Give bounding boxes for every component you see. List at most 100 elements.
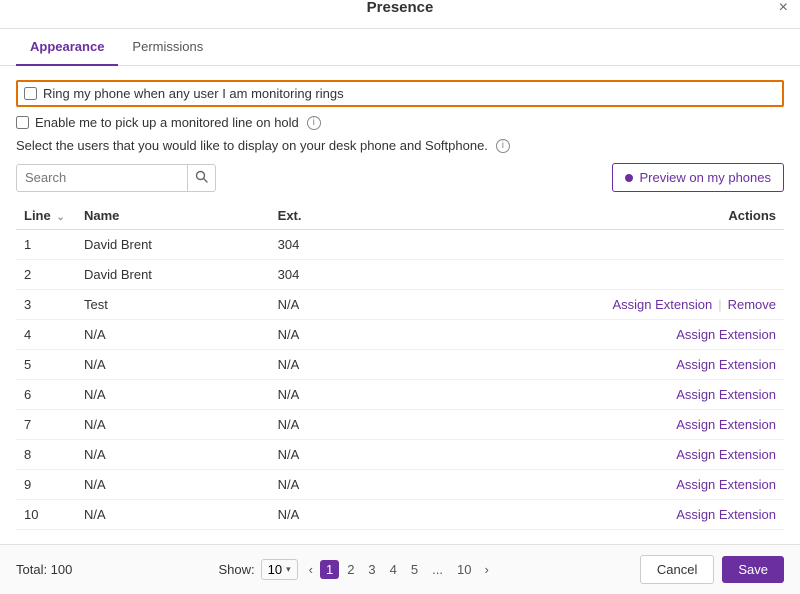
cell-name: N/A xyxy=(76,380,270,410)
footer-center: Show: 10 ▾ ‹ 1 2 3 4 5 ... 10 › xyxy=(218,559,493,580)
page-ellipsis: ... xyxy=(426,560,449,579)
table-row: 1David Brent304 xyxy=(16,230,784,260)
cell-actions: Assign Extension xyxy=(370,500,784,530)
page-size-select[interactable]: 10 ▾ xyxy=(261,559,298,580)
assign-extension-link[interactable]: Assign Extension xyxy=(676,387,776,402)
table-row: 6N/AN/AAssign Extension xyxy=(16,380,784,410)
col-header-line: Line ⌄ xyxy=(16,202,76,230)
page-1[interactable]: 1 xyxy=(320,560,339,579)
cell-line: 7 xyxy=(16,410,76,440)
pagination: ‹ 1 2 3 4 5 ... 10 › xyxy=(304,560,494,579)
total-label: Total: 100 xyxy=(16,562,72,577)
modal-title: Presence xyxy=(367,0,434,16)
cell-ext: N/A xyxy=(270,320,370,350)
modal-body: Ring my phone when any user I am monitor… xyxy=(0,66,800,544)
cell-line: 9 xyxy=(16,470,76,500)
assign-extension-link[interactable]: Assign Extension xyxy=(676,417,776,432)
toolbar: Preview on my phones xyxy=(16,163,784,192)
cell-actions: Assign Extension | Remove xyxy=(370,290,784,320)
cell-ext: 304 xyxy=(270,230,370,260)
cancel-button[interactable]: Cancel xyxy=(640,555,714,584)
tabs-bar: Appearance Permissions xyxy=(0,29,800,66)
cell-actions: Assign Extension xyxy=(370,410,784,440)
table-row: 8N/AN/AAssign Extension xyxy=(16,440,784,470)
show-label: Show: xyxy=(218,562,254,577)
page-2[interactable]: 2 xyxy=(341,560,360,579)
assign-extension-link[interactable]: Assign Extension xyxy=(676,327,776,342)
cell-name: N/A xyxy=(76,320,270,350)
cell-name: N/A xyxy=(76,350,270,380)
col-header-actions: Actions xyxy=(370,202,784,230)
presence-table: Line ⌄ Name Ext. Actions 1David Brent304… xyxy=(16,202,784,530)
assign-extension-link[interactable]: Assign Extension xyxy=(676,507,776,522)
cell-ext: N/A xyxy=(270,290,370,320)
footer-right: Cancel Save xyxy=(640,555,784,584)
close-button[interactable]: × xyxy=(779,0,788,17)
pickup-option-label: Enable me to pick up a monitored line on… xyxy=(35,115,299,130)
cell-actions: Assign Extension xyxy=(370,350,784,380)
tab-permissions[interactable]: Permissions xyxy=(118,29,217,66)
search-icon xyxy=(195,170,208,183)
cell-actions xyxy=(370,260,784,290)
pickup-option-row: Enable me to pick up a monitored line on… xyxy=(16,115,784,130)
preview-button[interactable]: Preview on my phones xyxy=(612,163,784,192)
cell-name: N/A xyxy=(76,410,270,440)
pickup-checkbox[interactable] xyxy=(16,116,29,129)
tab-appearance[interactable]: Appearance xyxy=(16,29,118,66)
table-row: 7N/AN/AAssign Extension xyxy=(16,410,784,440)
assign-extension-link[interactable]: Assign Extension xyxy=(676,447,776,462)
table-row: 2David Brent304 xyxy=(16,260,784,290)
cell-name: David Brent xyxy=(76,260,270,290)
next-page-button[interactable]: › xyxy=(479,560,493,579)
assign-extension-link[interactable]: Assign Extension xyxy=(676,357,776,372)
search-button[interactable] xyxy=(187,165,215,191)
select-label: Select the users that you would like to … xyxy=(16,138,784,153)
cell-ext: N/A xyxy=(270,380,370,410)
modal-footer: Total: 100 Show: 10 ▾ ‹ 1 2 3 4 5 ... 10… xyxy=(0,544,800,594)
assign-extension-link[interactable]: Assign Extension xyxy=(612,297,712,312)
table-row: 3TestN/A Assign Extension | Remove xyxy=(16,290,784,320)
prev-page-button[interactable]: ‹ xyxy=(304,560,318,579)
table-row: 9N/AN/AAssign Extension xyxy=(16,470,784,500)
page-10[interactable]: 10 xyxy=(451,560,477,579)
cell-actions: Assign Extension xyxy=(370,380,784,410)
cell-actions xyxy=(370,230,784,260)
table-row: 10N/AN/AAssign Extension xyxy=(16,500,784,530)
cell-name: N/A xyxy=(76,440,270,470)
modal-header: Presence × xyxy=(0,0,800,29)
action-separator: | xyxy=(718,297,721,312)
preview-dot-icon xyxy=(625,174,633,182)
assign-extension-link[interactable]: Assign Extension xyxy=(676,477,776,492)
page-3[interactable]: 3 xyxy=(362,560,381,579)
cell-line: 4 xyxy=(16,320,76,350)
cell-line: 8 xyxy=(16,440,76,470)
pickup-info-icon[interactable]: i xyxy=(307,116,321,130)
ring-option-row: Ring my phone when any user I am monitor… xyxy=(16,80,784,107)
cell-name: N/A xyxy=(76,470,270,500)
cell-line: 5 xyxy=(16,350,76,380)
col-header-name: Name xyxy=(76,202,270,230)
page-size-chevron: ▾ xyxy=(286,564,291,575)
sort-icon-line[interactable]: ⌄ xyxy=(56,212,64,223)
cell-name: Test xyxy=(76,290,270,320)
select-info-icon[interactable]: i xyxy=(496,139,510,153)
search-input[interactable] xyxy=(17,165,187,190)
table-row: 4N/AN/AAssign Extension xyxy=(16,320,784,350)
page-5[interactable]: 5 xyxy=(405,560,424,579)
cell-ext: N/A xyxy=(270,440,370,470)
cell-line: 10 xyxy=(16,500,76,530)
ring-checkbox[interactable] xyxy=(24,87,37,100)
save-button[interactable]: Save xyxy=(722,556,784,583)
cell-actions: Assign Extension xyxy=(370,320,784,350)
cell-line: 1 xyxy=(16,230,76,260)
col-header-ext: Ext. xyxy=(270,202,370,230)
cell-name: N/A xyxy=(76,500,270,530)
ring-option-label: Ring my phone when any user I am monitor… xyxy=(43,86,344,101)
table-header-row: Line ⌄ Name Ext. Actions xyxy=(16,202,784,230)
table-row: 5N/AN/AAssign Extension xyxy=(16,350,784,380)
cell-line: 3 xyxy=(16,290,76,320)
page-4[interactable]: 4 xyxy=(384,560,403,579)
cell-line: 6 xyxy=(16,380,76,410)
cell-ext: 304 xyxy=(270,260,370,290)
remove-link[interactable]: Remove xyxy=(728,297,776,312)
